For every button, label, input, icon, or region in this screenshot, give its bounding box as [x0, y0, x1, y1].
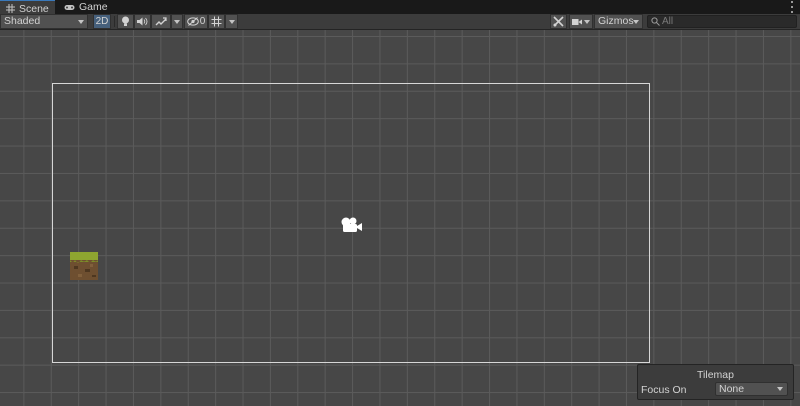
effects-icon [155, 16, 167, 25]
gizmos-dropdown[interactable]: Gizmos [594, 14, 643, 29]
audio-toggle-button[interactable] [134, 14, 151, 29]
scene-viewport[interactable]: Tilemap Focus On None [0, 30, 800, 406]
tab-bar: Scene Game [0, 0, 800, 16]
grid-toggle-button[interactable] [208, 14, 225, 29]
tools-icon [553, 16, 564, 27]
chevron-down-icon [633, 20, 639, 24]
tools-button[interactable] [550, 14, 567, 29]
grid-icon [6, 4, 15, 13]
camera-settings-button[interactable] [569, 14, 593, 29]
focus-on-label: Focus On [641, 384, 687, 396]
chevron-down-icon [777, 387, 783, 391]
gizmos-label: Gizmos [598, 15, 634, 27]
hidden-objects-count: 0 [199, 16, 206, 27]
focus-on-dropdown[interactable]: None [715, 382, 788, 396]
more-options-icon[interactable] [790, 1, 794, 13]
chevron-down-icon [78, 20, 84, 24]
search-icon [651, 17, 660, 26]
search-input[interactable]: All [647, 15, 797, 28]
video-camera-icon [572, 18, 582, 25]
toolbar-divider [114, 16, 115, 27]
tab-game[interactable]: Game [58, 0, 114, 14]
effects-toggle-button[interactable] [151, 14, 171, 29]
draw-mode-value: Shaded [4, 15, 41, 27]
lightbulb-icon [122, 16, 129, 26]
2d-toggle-label: 2D [95, 16, 109, 27]
search-placeholder: All [662, 16, 674, 27]
chevron-down-icon [174, 19, 180, 24]
grid-dropdown-button[interactable] [225, 14, 238, 29]
tilemap-overlay-panel: Tilemap Focus On None [637, 364, 794, 400]
gamepad-icon [64, 4, 75, 10]
chevron-down-icon [228, 19, 235, 24]
grid-snap-icon [211, 16, 222, 27]
lighting-toggle-button[interactable] [117, 14, 134, 29]
effects-dropdown-button[interactable] [171, 14, 183, 29]
tilemap-overlay-title: Tilemap [697, 369, 734, 381]
scene-toolbar: Shaded 2D 0 Gizmos All [0, 14, 800, 30]
hidden-objects-button[interactable]: 0 [184, 14, 208, 29]
tab-game-label: Game [79, 1, 108, 13]
camera-gizmo-icon[interactable] [340, 216, 364, 234]
chevron-down-icon [584, 19, 590, 24]
speaker-icon [137, 17, 148, 26]
draw-mode-dropdown[interactable]: Shaded [0, 14, 88, 29]
focus-on-value: None [719, 383, 745, 395]
2d-toggle-button[interactable]: 2D [93, 14, 111, 29]
eye-slash-icon [186, 17, 199, 26]
grass-tile-sprite[interactable] [70, 252, 98, 280]
